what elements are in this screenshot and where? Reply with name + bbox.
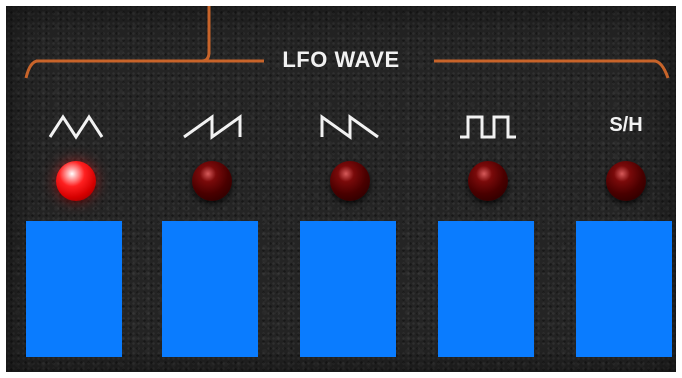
sawtooth-up-led: [192, 161, 232, 201]
square-led: [468, 161, 508, 201]
triangle-wave-button[interactable]: [26, 221, 122, 357]
triangle-led: [56, 161, 96, 201]
sawtooth-down-led: [330, 161, 370, 201]
sawtooth-down-wave-icon: [320, 111, 380, 141]
sample-hold-wave-button[interactable]: [576, 221, 672, 357]
sawtooth-down-wave-button[interactable]: [300, 221, 396, 357]
waveform-option-triangle: [26, 101, 126, 363]
sample-hold-led: [606, 161, 646, 201]
waveform-option-sawtooth-up: [162, 101, 262, 363]
sawtooth-up-wave-icon: [182, 111, 242, 141]
waveform-option-sample-hold: S/H: [576, 101, 676, 363]
waveform-option-square: [438, 101, 538, 363]
waveform-option-sawtooth-down: [300, 101, 400, 363]
triangle-wave-icon: [46, 111, 106, 141]
square-wave-icon: [458, 111, 518, 141]
lfo-wave-panel: LFO WAVE S/H: [6, 6, 676, 372]
sample-hold-icon: S/H: [609, 114, 643, 136]
square-wave-button[interactable]: [438, 221, 534, 357]
section-title: LFO WAVE: [282, 47, 400, 72]
sawtooth-up-wave-button[interactable]: [162, 221, 258, 357]
